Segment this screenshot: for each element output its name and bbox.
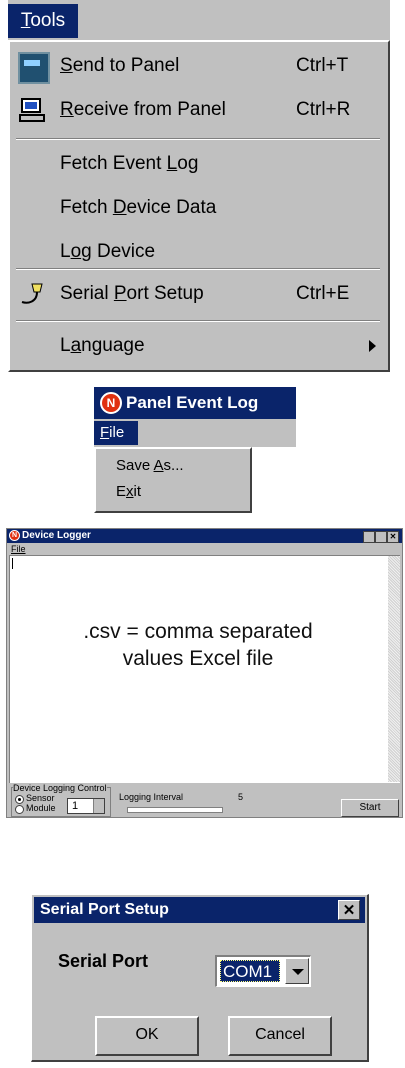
panel-event-log-menubar: File bbox=[94, 419, 296, 447]
napco-logo-icon: N bbox=[9, 530, 20, 541]
stepper-value: 1 bbox=[72, 800, 79, 812]
device-logger-title: Device Logger bbox=[22, 530, 91, 541]
cancel-button[interactable]: Cancel bbox=[228, 1016, 332, 1056]
start-button[interactable]: Start bbox=[341, 799, 399, 817]
menu-item-serial-port-setup[interactable]: Serial Port Setup Ctrl+E bbox=[10, 272, 388, 316]
selected-port: COM1 bbox=[220, 960, 280, 982]
file-menu[interactable]: File bbox=[11, 543, 26, 555]
serial-port-setup-titlebar: Serial Port Setup bbox=[34, 897, 365, 923]
submenu-arrow-icon bbox=[369, 340, 376, 352]
close-icon[interactable]: ✕ bbox=[338, 900, 360, 920]
shortcut-label: Ctrl+R bbox=[296, 99, 351, 120]
serial-port-label: Serial Port bbox=[58, 951, 149, 971]
serial-port-setup-dialog: Serial Port Setup ✕ Serial Port COM1 OK … bbox=[31, 894, 369, 1062]
chevron-down-icon[interactable] bbox=[285, 958, 309, 984]
vertical-scrollbar[interactable] bbox=[388, 556, 400, 782]
file-dropdown-menu: Save As... Exit bbox=[94, 447, 252, 513]
shortcut-label: Ctrl+T bbox=[296, 55, 349, 76]
module-radio[interactable] bbox=[15, 805, 24, 814]
napco-logo-icon: N bbox=[100, 392, 122, 414]
menu-item-fetch-event-log[interactable]: Fetch Event Log bbox=[10, 142, 388, 186]
serial-port-select[interactable]: COM1 bbox=[215, 955, 311, 987]
file-menu[interactable]: File bbox=[94, 421, 138, 445]
csv-caption: .csv = comma separated values Excel file bbox=[83, 620, 313, 670]
menu-item-send-to-panel[interactable]: Send to Panel Ctrl+T bbox=[10, 44, 388, 88]
minimize-icon[interactable] bbox=[363, 531, 375, 543]
module-radio-label: Module bbox=[26, 803, 56, 813]
text-cursor bbox=[12, 558, 13, 569]
stepper-arrows-icon[interactable] bbox=[93, 799, 104, 813]
close-icon[interactable]: ✕ bbox=[387, 531, 399, 543]
menu-item-save-as[interactable]: Save As... bbox=[116, 457, 184, 474]
interval-value: 5 bbox=[238, 792, 244, 802]
sensor-radio[interactable] bbox=[15, 795, 24, 804]
group-label: Device Logging Control bbox=[13, 783, 107, 793]
quantity-stepper[interactable]: 1 bbox=[67, 798, 105, 814]
menu-item-language[interactable]: Language bbox=[10, 324, 388, 368]
sensor-radio-label: Sensor bbox=[26, 793, 55, 803]
panel-icon bbox=[18, 52, 50, 84]
device-logger-window: N Device Logger ✕ File .csv = comma sepa… bbox=[6, 528, 403, 818]
interval-slider[interactable] bbox=[127, 807, 223, 813]
tools-title-accel: T bbox=[20, 10, 31, 31]
menu-separator bbox=[16, 320, 380, 322]
tools-title-text: ools bbox=[30, 10, 66, 31]
menu-item-exit[interactable]: Exit bbox=[116, 483, 141, 500]
device-logger-titlebar: N Device Logger ✕ bbox=[7, 529, 402, 543]
panel-event-log-titlebar: N Panel Event Log bbox=[94, 387, 296, 419]
menu-item-fetch-device-data[interactable]: Fetch Device Data bbox=[10, 186, 388, 230]
computer-icon bbox=[18, 96, 46, 124]
serial-cable-icon bbox=[18, 280, 46, 308]
tools-menu-title[interactable]: Tools bbox=[8, 4, 78, 38]
device-logger-menubar: File bbox=[7, 543, 402, 555]
maximize-icon[interactable] bbox=[375, 531, 387, 543]
tools-menubar: Tools bbox=[8, 0, 390, 40]
ok-button[interactable]: OK bbox=[95, 1016, 199, 1056]
log-text-area[interactable]: .csv = comma separated values Excel file bbox=[9, 555, 400, 783]
menu-separator bbox=[16, 138, 380, 140]
menu-item-receive-from-panel[interactable]: Receive from Panel Ctrl+R bbox=[10, 88, 388, 132]
shortcut-label: Ctrl+E bbox=[296, 283, 350, 304]
menu-separator bbox=[16, 268, 380, 270]
interval-label: Logging Interval bbox=[119, 792, 184, 802]
dialog-title: Serial Port Setup bbox=[40, 901, 169, 918]
tools-dropdown-menu: Send to Panel Ctrl+T Receive from Panel … bbox=[8, 40, 390, 372]
panel-event-log-title: Panel Event Log bbox=[126, 393, 259, 412]
